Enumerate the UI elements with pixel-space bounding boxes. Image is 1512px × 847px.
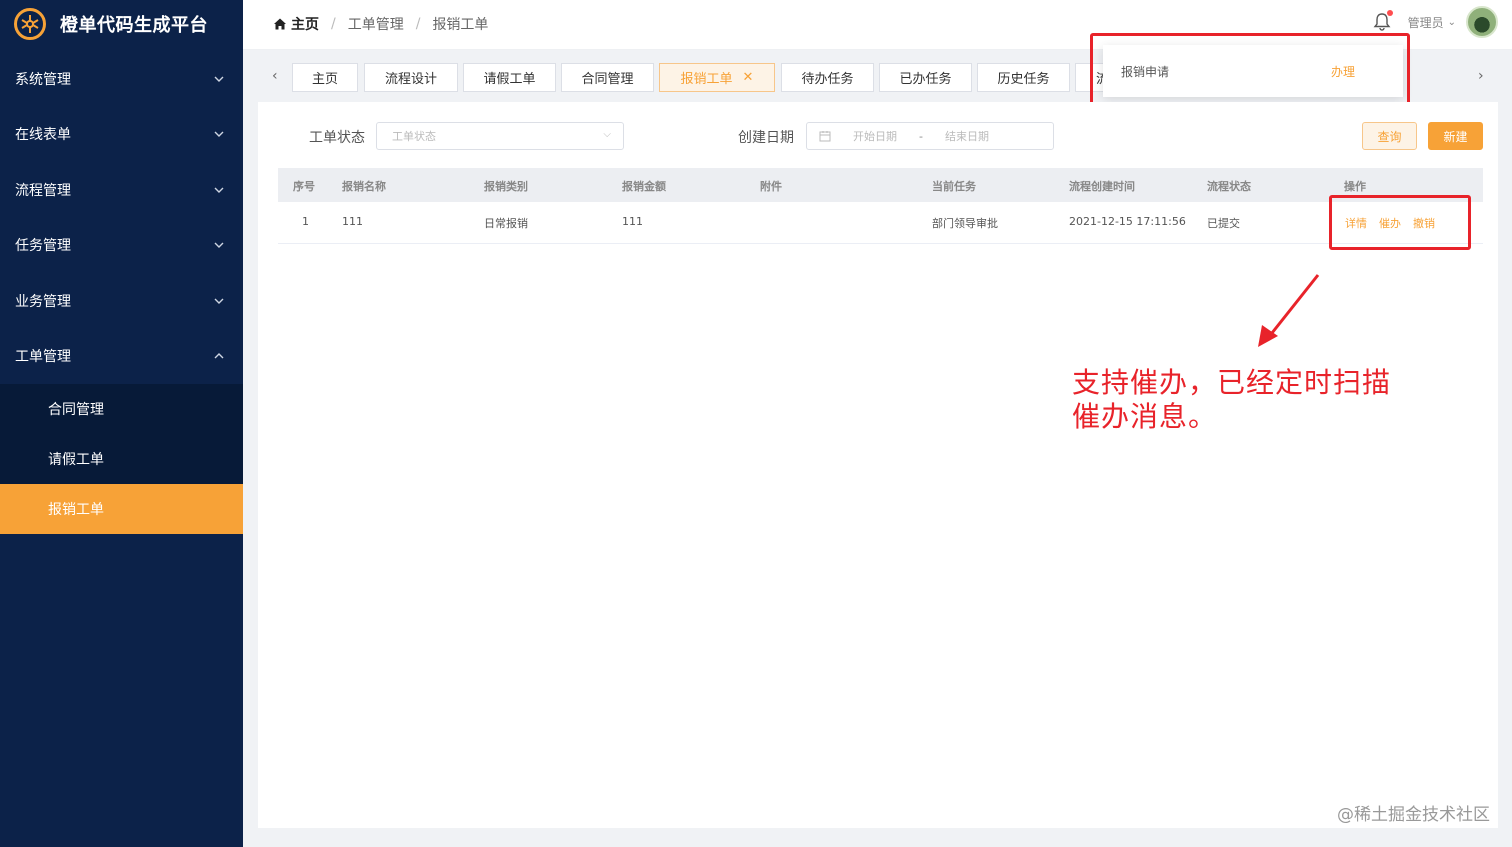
sidebar: 橙单代码生成平台 系统管理 在线表单 流程管理 任务管理 业务管理 工单管理 合… — [0, 0, 243, 847]
tab-contract[interactable]: 合同管理 — [561, 63, 654, 92]
tab-flow-design[interactable]: 流程设计 — [364, 63, 458, 92]
tabs-prev-icon[interactable]: ‹ — [272, 68, 278, 84]
column-header: 操作 — [1344, 180, 1366, 193]
date-end-input[interactable]: 结束日期 — [945, 128, 989, 144]
workorder-submenu: 合同管理 请假工单 报销工单 — [0, 384, 243, 534]
reimburse-table: 序号 报销名称 报销类别 报销金额 附件 当前任务 流程创建时间 流程状态 操作… — [278, 168, 1483, 244]
status-select[interactable]: 工单状态 ⌵ — [376, 122, 624, 150]
chevron-down-icon — [213, 239, 225, 251]
orange-logo-icon — [14, 8, 46, 40]
annotation-box-actions — [1329, 195, 1471, 250]
cell-index: 1 — [302, 215, 309, 228]
table-row: 1 111 日常报销 111 部门领导审批 2021-12-15 17:11:5… — [278, 202, 1483, 244]
annotation-arrow-icon — [1258, 274, 1320, 347]
tab-todo[interactable]: 待办任务 — [781, 63, 874, 92]
chevron-down-icon: ⌵ — [603, 129, 611, 140]
annotation-text: 支持催办，已经定时扫描 催办消息。 — [1072, 366, 1392, 433]
sidebar-item-system[interactable]: 系统管理 — [0, 51, 243, 107]
breadcrumb-reimburse: 报销工单 — [432, 17, 489, 33]
sidebar-item-business[interactable]: 业务管理 — [0, 273, 243, 329]
column-header: 报销类别 — [484, 180, 528, 193]
chevron-down-icon — [213, 295, 225, 307]
sidebar-subitem-leave[interactable]: 请假工单 — [0, 434, 243, 484]
sidebar-item-label: 任务管理 — [15, 238, 71, 255]
watermark: @稀土掘金技术社区 — [1337, 805, 1490, 825]
date-range-picker[interactable]: 开始日期 - 结束日期 — [806, 122, 1054, 150]
chevron-down-icon — [213, 184, 225, 196]
sidebar-subitem-reimburse[interactable]: 报销工单 — [0, 484, 243, 534]
column-header: 当前任务 — [932, 180, 976, 193]
notification-dot — [1386, 10, 1393, 16]
breadcrumb-home[interactable]: 主页 — [291, 14, 319, 34]
sidebar-item-online-form[interactable]: 在线表单 — [0, 107, 243, 163]
column-header: 报销金额 — [622, 180, 666, 193]
user-name[interactable]: 管理员 — [1408, 14, 1444, 31]
avatar[interactable] — [1466, 6, 1498, 38]
annotation-box-popup — [1090, 33, 1410, 107]
sidebar-item-workorder[interactable]: 工单管理 — [0, 329, 243, 385]
close-icon[interactable]: ✕ — [743, 70, 754, 85]
status-filter-label: 工单状态 — [309, 130, 365, 146]
tab-done[interactable]: 已办任务 — [879, 63, 972, 92]
tab-home[interactable]: 主页 — [292, 63, 358, 92]
sidebar-item-task[interactable]: 任务管理 — [0, 218, 243, 274]
sidebar-item-flow[interactable]: 流程管理 — [0, 162, 243, 218]
sidebar-subitem-contract[interactable]: 合同管理 — [0, 384, 243, 434]
brand: 橙单代码生成平台 — [0, 0, 243, 48]
home-icon — [274, 18, 286, 30]
chevron-down-icon — [213, 128, 225, 140]
column-header: 流程创建时间 — [1069, 180, 1135, 193]
bell-icon[interactable] — [1372, 10, 1393, 32]
cell-name: 111 — [342, 215, 363, 228]
main-panel: 工单状态 工单状态 ⌵ 创建日期 开始日期 - 结束日期 查询 新建 序号 报销… — [258, 102, 1498, 828]
chevron-down-icon[interactable]: ⌄ — [1448, 17, 1456, 28]
sidebar-item-label: 在线表单 — [15, 127, 71, 144]
tab-history[interactable]: 历史任务 — [977, 63, 1070, 92]
column-header: 流程状态 — [1207, 180, 1251, 193]
new-button[interactable]: 新建 — [1428, 122, 1483, 150]
tab-leave[interactable]: 请假工单 — [463, 63, 556, 92]
tab-reimburse[interactable]: 报销工单 ✕ — [659, 63, 775, 92]
cell-category: 日常报销 — [484, 217, 528, 230]
column-header: 序号 — [293, 180, 315, 193]
chevron-up-icon — [213, 350, 225, 362]
calendar-icon — [819, 131, 831, 142]
date-start-input[interactable]: 开始日期 — [853, 128, 897, 144]
breadcrumb-workorder: 工单管理 — [347, 17, 404, 33]
table-header: 序号 报销名称 报销类别 报销金额 附件 当前任务 流程创建时间 流程状态 操作 — [278, 168, 1483, 202]
cell-created: 2021-12-15 17:11:56 — [1069, 215, 1186, 228]
cell-amount: 111 — [622, 215, 643, 228]
column-header: 报销名称 — [342, 180, 386, 193]
sidebar-item-label: 系统管理 — [15, 71, 71, 88]
chevron-down-icon — [213, 73, 225, 85]
query-button[interactable]: 查询 — [1362, 122, 1417, 150]
date-filter-label: 创建日期 — [738, 130, 794, 146]
sidebar-item-label: 业务管理 — [15, 293, 71, 310]
sidebar-item-label: 工单管理 — [15, 349, 71, 366]
cell-status: 已提交 — [1207, 217, 1240, 230]
breadcrumb: 主页 / 工单管理 / 报销工单 — [273, 14, 488, 34]
app-title: 橙单代码生成平台 — [60, 15, 208, 36]
tabs-next-icon[interactable]: › — [1478, 68, 1484, 84]
cell-current-task: 部门领导审批 — [932, 217, 998, 230]
column-header: 附件 — [760, 180, 782, 193]
sidebar-item-label: 流程管理 — [15, 182, 71, 199]
